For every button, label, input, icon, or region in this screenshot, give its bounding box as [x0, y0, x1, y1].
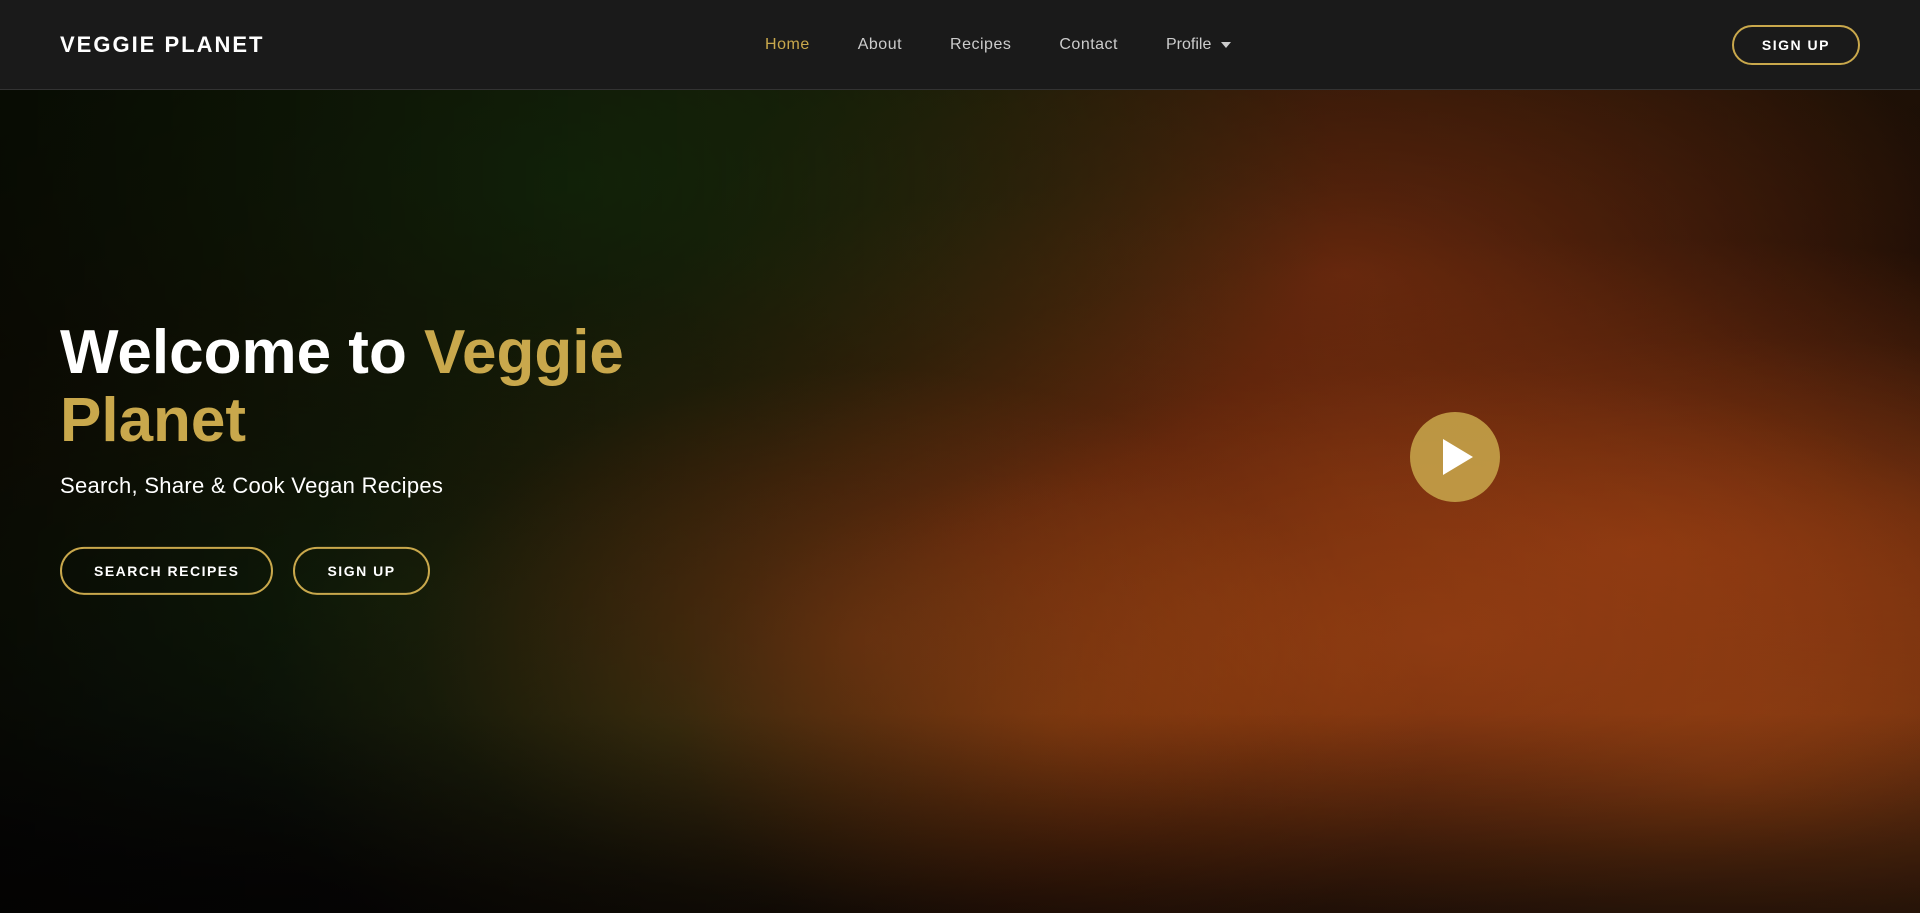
nav-item-contact[interactable]: Contact — [1059, 36, 1118, 54]
hero-signup-button[interactable]: SIGN UP — [293, 547, 429, 595]
nav-links: Home About Recipes Contact Profile — [765, 36, 1231, 54]
hero-title: Welcome to Veggie Planet — [60, 318, 760, 454]
hero-subtitle: Search, Share & Cook Vegan Recipes — [60, 473, 760, 499]
hero-section: Welcome to Veggie Planet Search, Share &… — [0, 0, 1920, 913]
nav-link-recipes[interactable]: Recipes — [950, 36, 1011, 53]
hero-buttons: SEARCH RECIPES SIGN UP — [60, 547, 760, 595]
nav-link-home[interactable]: Home — [765, 36, 810, 53]
profile-label: Profile — [1166, 36, 1211, 54]
nav-link-about[interactable]: About — [858, 36, 902, 53]
nav-item-about[interactable]: About — [858, 36, 902, 54]
hero-title-prefix: Welcome to — [60, 317, 424, 386]
play-icon — [1443, 439, 1473, 475]
search-recipes-button[interactable]: SEARCH RECIPES — [60, 547, 273, 595]
play-video-button[interactable] — [1410, 412, 1500, 502]
nav-item-home[interactable]: Home — [765, 36, 810, 54]
site-logo[interactable]: VEGGIE PLANET — [60, 32, 264, 58]
hero-content: Welcome to Veggie Planet Search, Share &… — [60, 318, 760, 594]
profile-dropdown-trigger[interactable]: Profile — [1166, 36, 1231, 54]
nav-signup-button[interactable]: SIGN UP — [1732, 25, 1860, 65]
nav-item-profile[interactable]: Profile — [1166, 36, 1231, 54]
navbar: VEGGIE PLANET Home About Recipes Contact… — [0, 0, 1920, 90]
nav-link-contact[interactable]: Contact — [1059, 36, 1118, 53]
chevron-down-icon — [1221, 42, 1231, 48]
nav-item-recipes[interactable]: Recipes — [950, 36, 1011, 54]
